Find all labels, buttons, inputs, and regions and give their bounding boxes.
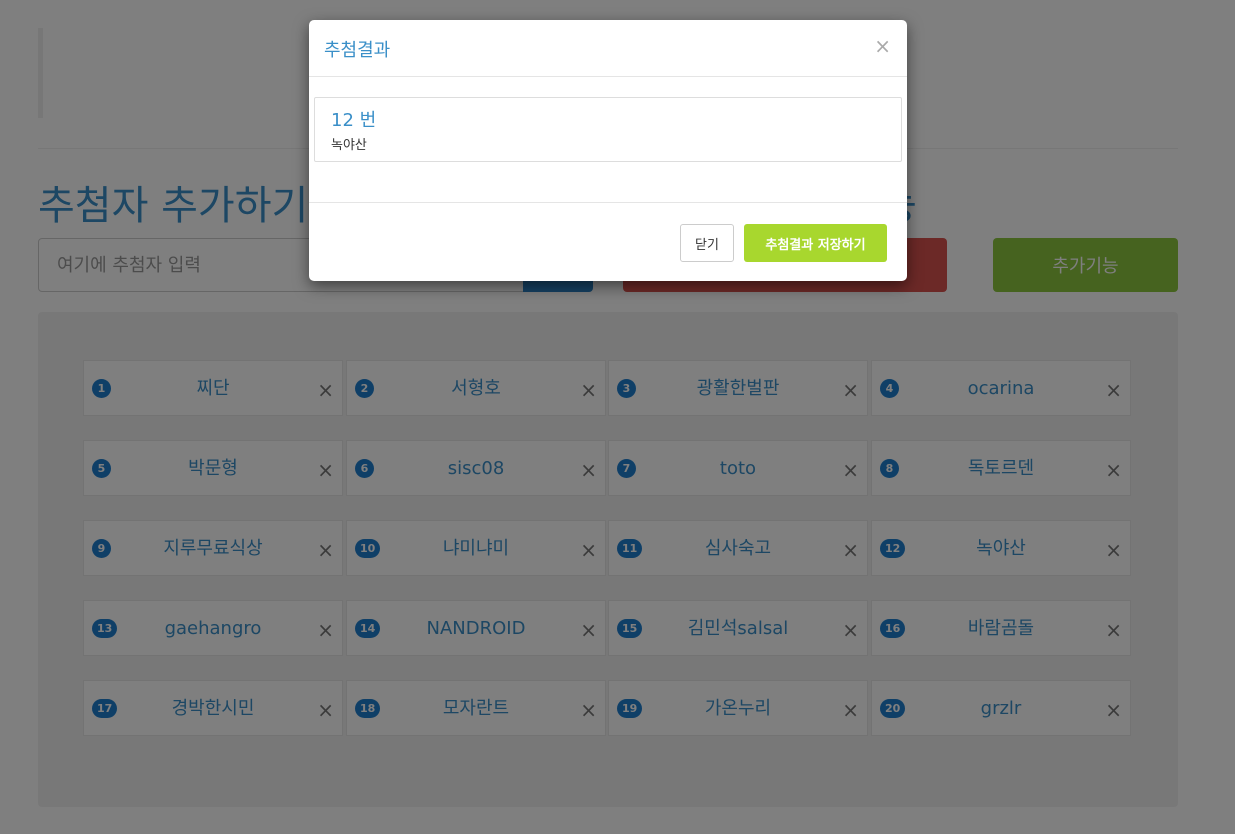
close-button[interactable]: 닫기 <box>680 224 734 262</box>
close-icon[interactable]: × <box>874 35 891 57</box>
result-panel: 12 번 녹야산 <box>314 97 902 162</box>
result-name: 녹야산 <box>331 138 367 153</box>
result-number: 12 번 <box>331 110 377 131</box>
save-result-button[interactable]: 추첨결과 저장하기 <box>744 224 887 262</box>
modal-footer: 닫기 추첨결과 저장하기 <box>309 202 907 282</box>
result-modal: 추첨결과 × 12 번 녹야산 닫기 추첨결과 저장하기 <box>309 20 907 281</box>
page: 추첨자 추가하기 능 추가기능 1찌단×2서형호×3광활한벌판×4ocarina… <box>0 0 1235 834</box>
modal-title: 추첨결과 <box>324 40 391 61</box>
modal-header: 추첨결과 × <box>309 20 907 77</box>
